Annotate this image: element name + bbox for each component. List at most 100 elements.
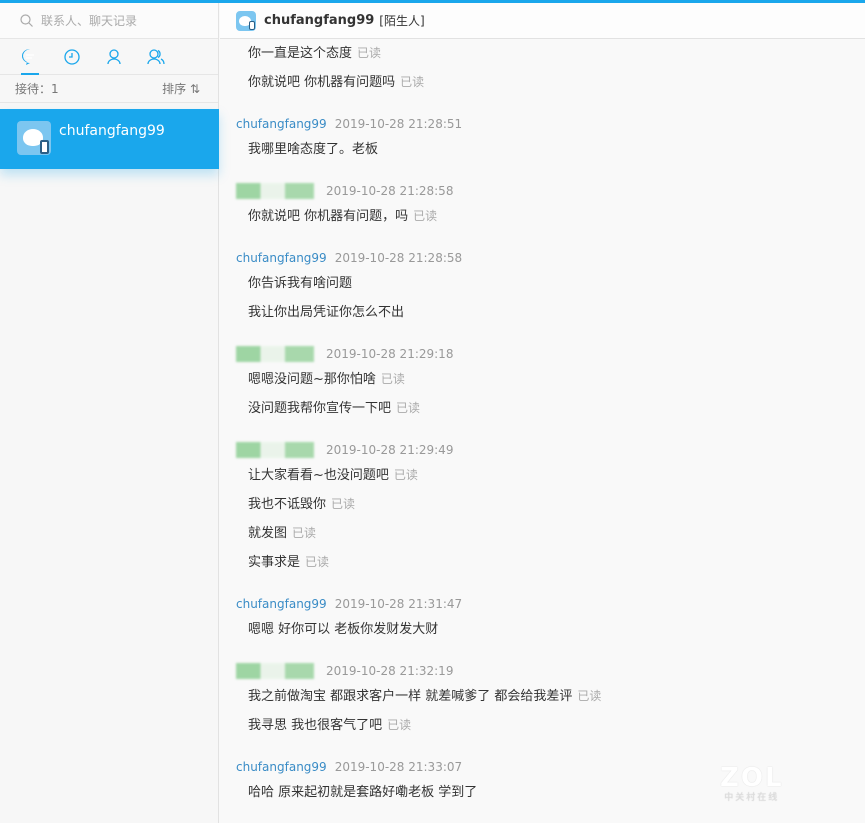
read-status: 已读 <box>413 209 438 223</box>
sender-name[interactable]: chufangfang99 <box>236 593 327 615</box>
message-header: chufangfang99 2019-10-28 21:28:58 <box>236 247 865 269</box>
redacted-sender <box>236 442 318 458</box>
message-time: 2019-10-28 21:29:18 <box>326 347 454 361</box>
read-status: 已读 <box>577 689 602 703</box>
read-status: 已读 <box>396 401 421 415</box>
message-text: 就发图 <box>248 526 288 541</box>
message-group: chufangfang99 2019-10-28 21:28:51 我哪里啥态度了。… <box>236 97 865 164</box>
person-icon <box>107 48 121 64</box>
read-status: 已读 <box>305 555 330 569</box>
message[interactable]: 我寻思 我也很客气了吧 已读 <box>236 711 865 740</box>
stranger-tag: [陌生人] <box>379 14 425 28</box>
message-header: 2019-10-28 21:29:18 <box>236 343 865 365</box>
chat-header: chufangfang99 [陌生人] <box>220 3 865 39</box>
tab-groups[interactable] <box>146 47 166 67</box>
redacted-sender <box>236 663 318 679</box>
avatar <box>17 121 51 155</box>
chat-pane: chufangfang99 [陌生人] 你一直是这个态度 已读 你就说吧 你机器有问… <box>220 3 865 823</box>
message[interactable]: 我也不诋毁你 已读 <box>236 490 865 519</box>
message-text: 你就说吧 你机器有问题，吗 <box>248 209 409 224</box>
message-text: 我之前做淘宝 都跟求客户一样 就差喊爹了 都会给我差评 <box>248 689 573 704</box>
tab-chats[interactable] <box>20 47 40 67</box>
zol-watermark: ZOL 中关村在线 <box>720 763 784 803</box>
message[interactable]: 我之前做淘宝 都跟求客户一样 就差喊爹了 都会给我差评 已读 <box>236 682 865 711</box>
mobile-icon <box>40 140 49 154</box>
chat-avatar <box>236 10 256 31</box>
message[interactable]: 没问题我帮你宣传一下吧 已读 <box>236 394 865 423</box>
search-placeholder: 联系人、聊天记录 <box>41 14 138 28</box>
message-time: 2019-10-28 21:32:19 <box>326 664 454 678</box>
message-group: chufangfang99 2019-10-28 21:31:47 嗯嗯 好你可以 … <box>236 577 865 644</box>
message[interactable]: 我哪里啥态度了。老板 <box>236 135 865 164</box>
sort-button[interactable]: 排序 ⇅ <box>162 80 200 97</box>
message-group: 2019-10-28 21:28:58 你就说吧 你机器有问题，吗 已读 <box>236 164 865 231</box>
message-text: 让大家看看~也没问题吧 <box>248 468 389 483</box>
message[interactable]: 我让你出局凭证你怎么不出 <box>236 298 865 327</box>
group-icon <box>147 48 165 64</box>
search-input[interactable]: 联系人、聊天记录 <box>0 3 218 39</box>
active-tab-indicator <box>21 73 39 75</box>
mobile-icon <box>249 20 255 30</box>
read-status: 已读 <box>393 468 418 482</box>
message-text: 嗯嗯没问题~那你怕啥 <box>248 372 376 387</box>
watermark-logo: ZOL <box>720 763 784 793</box>
message-text: 嗯嗯 好你可以 老板你发财发大财 <box>248 622 439 637</box>
message-list[interactable]: 你一直是这个态度 已读 你就说吧 你机器有问题吗 已读 chufangfang99 201… <box>220 39 865 807</box>
chat-title: chufangfang99 <box>264 13 375 28</box>
tab-contacts[interactable] <box>104 47 124 67</box>
message[interactable]: 就发图 已读 <box>236 519 865 548</box>
redacted-sender <box>236 346 318 362</box>
message-header: 2019-10-28 21:32:19 <box>236 660 865 682</box>
contact-item-selected[interactable]: chufangfang99 <box>0 109 219 169</box>
message-group: 你一直是这个态度 已读 你就说吧 你机器有问题吗 已读 <box>236 39 865 97</box>
message-text: 没问题我帮你宣传一下吧 <box>248 401 392 416</box>
message-time: 2019-10-28 21:33:07 <box>334 760 463 774</box>
message-text: 你一直是这个态度 <box>248 46 353 61</box>
message-text: 实事求是 <box>248 555 301 570</box>
message-time: 2019-10-28 21:28:58 <box>326 184 454 198</box>
reception-count: 接待：1 <box>15 82 59 96</box>
message-text: 你告诉我有啥问题 <box>248 276 353 291</box>
read-status: 已读 <box>400 75 425 89</box>
message[interactable]: 你就说吧 你机器有问题吗 已读 <box>236 68 865 97</box>
message[interactable]: 嗯嗯 好你可以 老板你发财发大财 <box>236 615 865 644</box>
sidebar-tabs <box>0 39 218 75</box>
message-time: 2019-10-28 21:28:58 <box>334 251 463 265</box>
message-text: 我哪里啥态度了。老板 <box>248 142 379 157</box>
message[interactable]: 嗯嗯没问题~那你怕啥 已读 <box>236 365 865 394</box>
message-group: chufangfang99 2019-10-28 21:28:58 你告诉我有啥问题… <box>236 231 865 327</box>
message[interactable]: 实事求是 已读 <box>236 548 865 577</box>
sender-name[interactable]: chufangfang99 <box>236 113 327 135</box>
message-group: 2019-10-28 21:29:49 让大家看看~也没问题吧 已读 我也不诋毁你 已读… <box>236 423 865 577</box>
message-header: chufangfang99 2019-10-28 21:28:51 <box>236 113 865 135</box>
message-text: 我让你出局凭证你怎么不出 <box>248 305 405 320</box>
read-status: 已读 <box>292 526 317 540</box>
message-time: 2019-10-28 21:31:47 <box>334 597 463 611</box>
message-group: 2019-10-28 21:29:18 嗯嗯没问题~那你怕啥 已读 没问题我帮你宣传一… <box>236 327 865 423</box>
sender-name[interactable]: chufangfang99 <box>236 756 327 778</box>
sidebar: 联系人、聊天记录 接待：1 排序 ⇅ chufangfang99 <box>0 3 219 823</box>
message-time: 2019-10-28 21:28:51 <box>334 117 463 131</box>
read-status: 已读 <box>331 497 356 511</box>
message[interactable]: 你就说吧 你机器有问题，吗 已读 <box>236 202 865 231</box>
watermark-sub: 中关村在线 <box>724 793 780 803</box>
message-text: 你就说吧 你机器有问题吗 <box>248 75 396 90</box>
message-header: 2019-10-28 21:28:58 <box>236 180 865 202</box>
message-text: 我寻思 我也很客气了吧 <box>248 718 383 733</box>
read-status: 已读 <box>380 372 405 386</box>
message-text: 我也不诋毁你 <box>248 497 327 512</box>
message-header: chufangfang99 2019-10-28 21:31:47 <box>236 593 865 615</box>
read-status: 已读 <box>387 718 412 732</box>
sender-name[interactable]: chufangfang99 <box>236 247 327 269</box>
redacted-sender <box>236 183 318 199</box>
message-group: 2019-10-28 21:32:19 我之前做淘宝 都跟求客户一样 就差喊爹了 … <box>236 644 865 740</box>
clock-icon <box>64 48 80 65</box>
message-text: 哈哈 原来起初就是套路好嘞老板 学到了 <box>248 785 478 800</box>
chat-bubble-icon <box>22 48 34 65</box>
search-icon <box>20 14 33 27</box>
tab-history[interactable] <box>62 47 82 67</box>
message[interactable]: 你一直是这个态度 已读 <box>236 39 865 68</box>
message[interactable]: 让大家看看~也没问题吧 已读 <box>236 461 865 490</box>
message[interactable]: 你告诉我有啥问题 <box>236 269 865 298</box>
message-header: 2019-10-28 21:29:49 <box>236 439 865 461</box>
